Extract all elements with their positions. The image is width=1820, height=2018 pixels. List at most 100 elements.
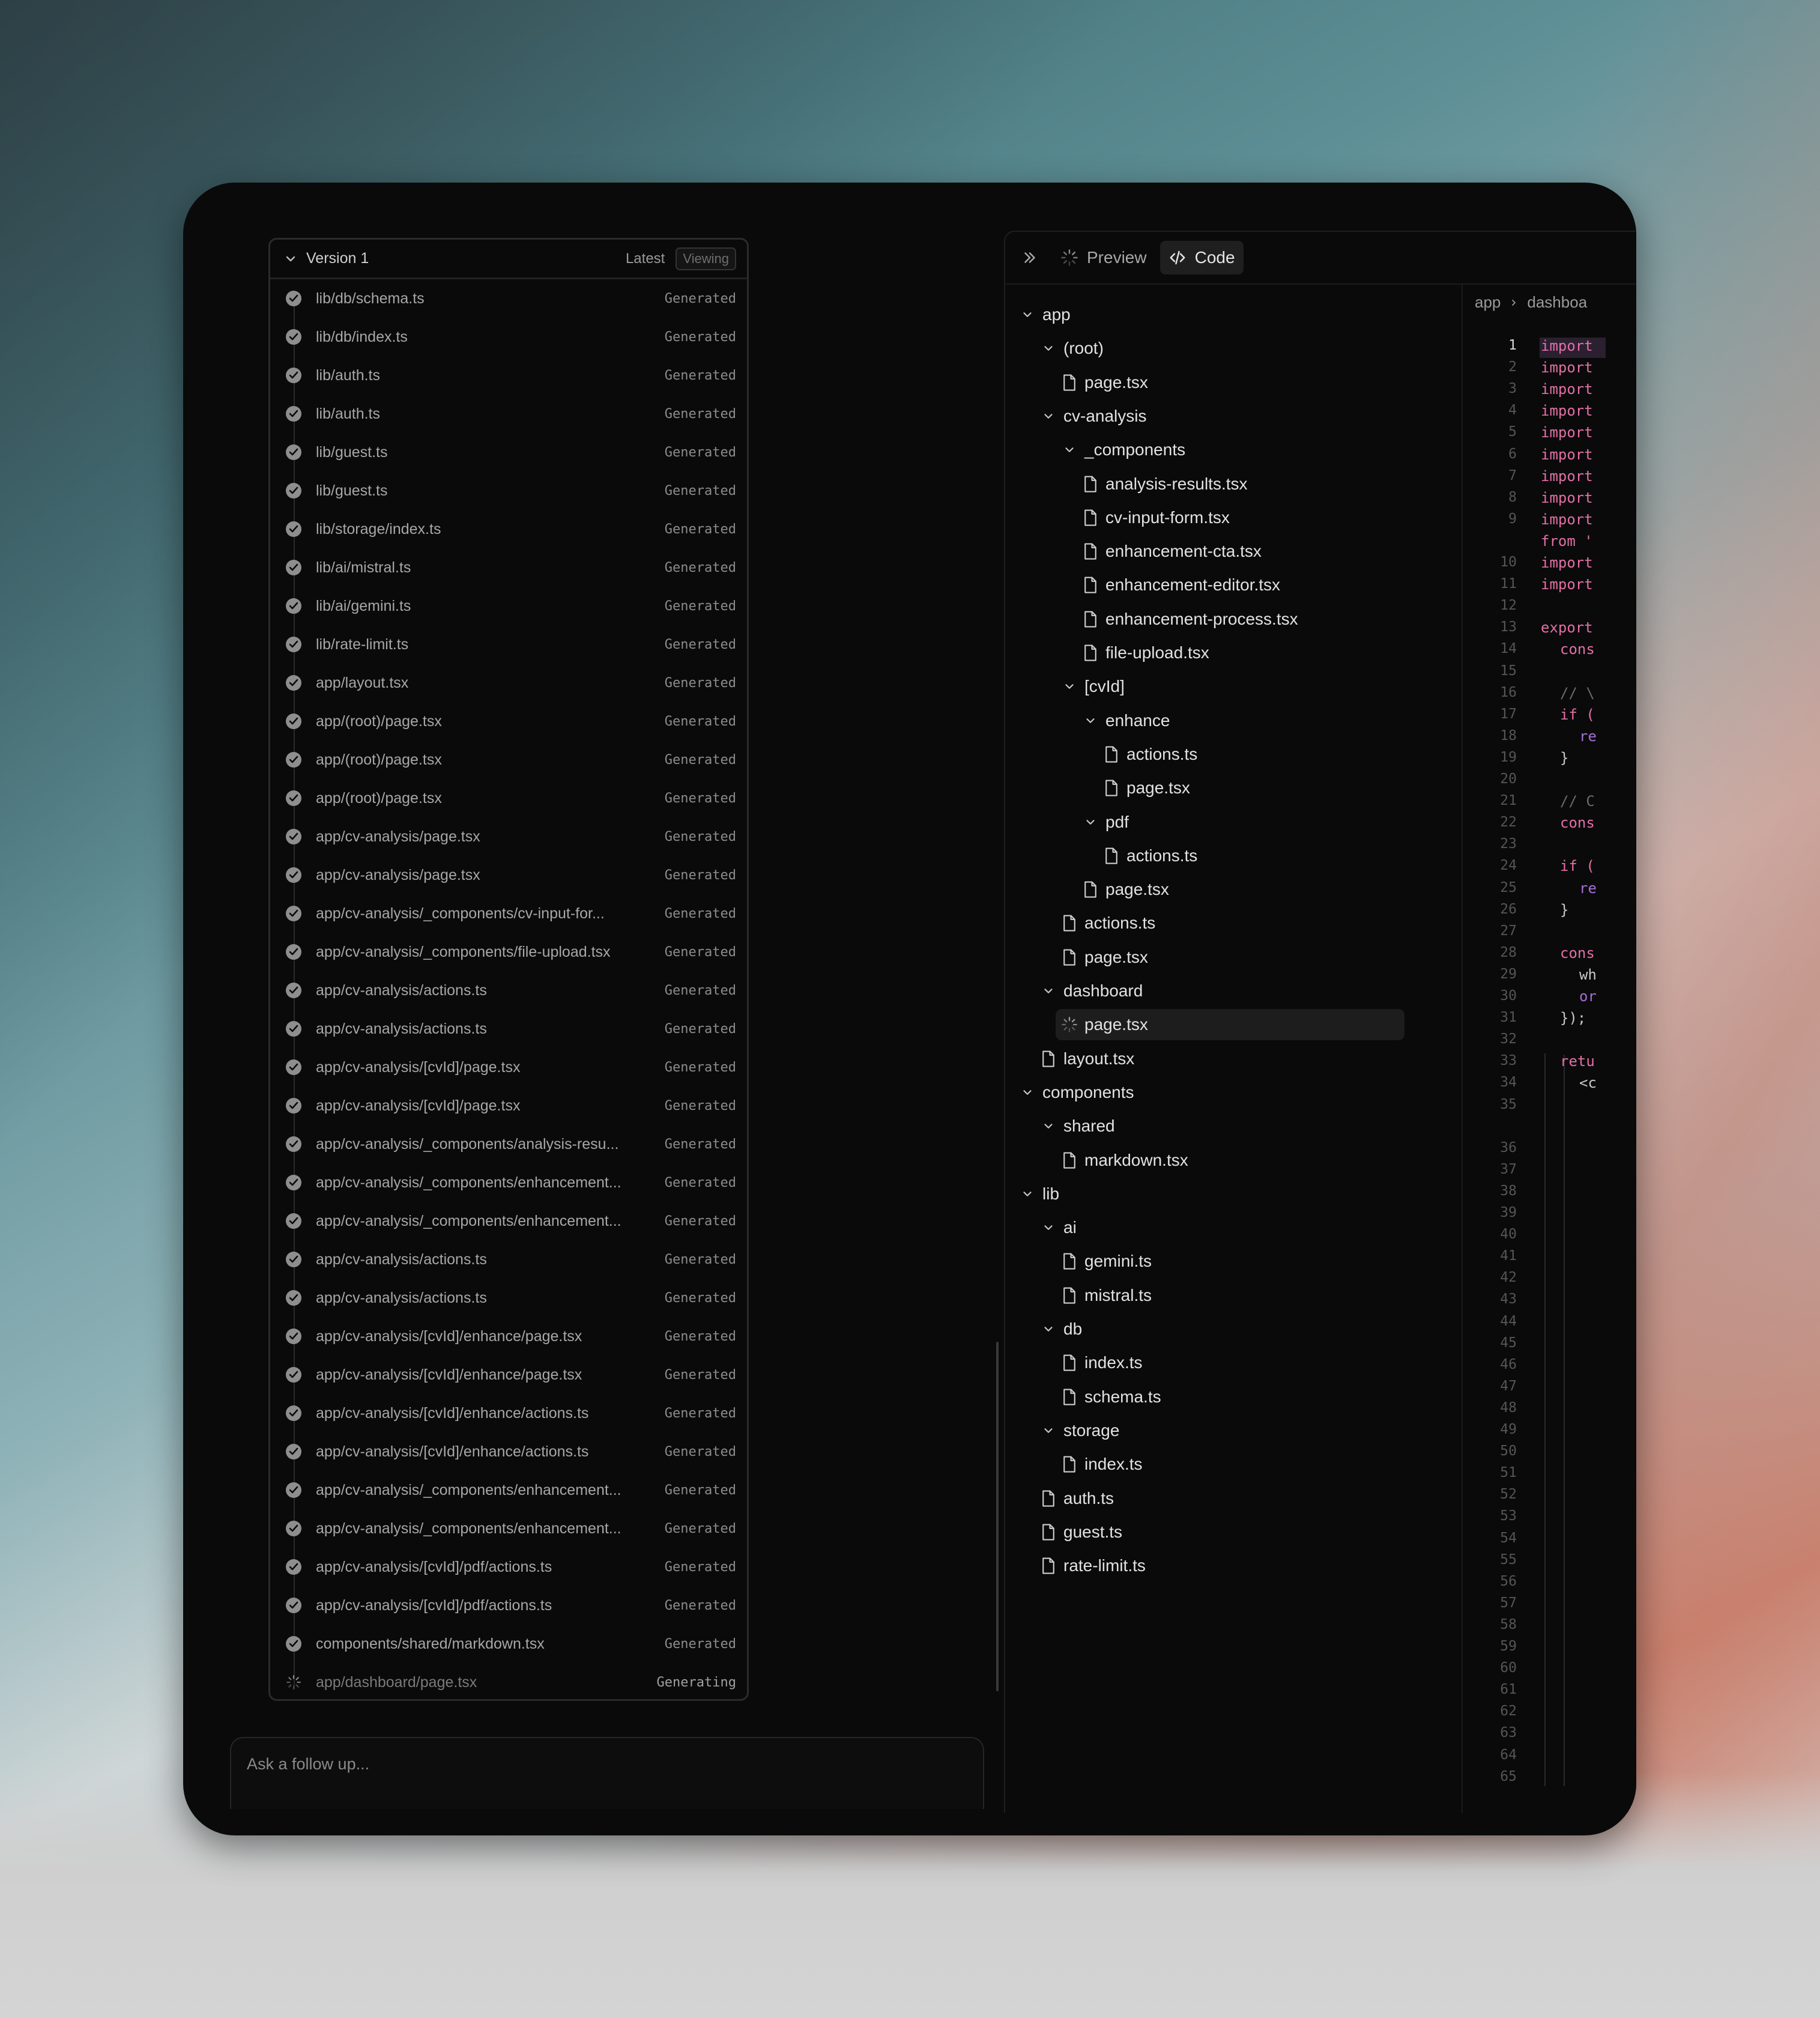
tree-folder[interactable]: (root)	[1039, 333, 1104, 364]
tree-file[interactable]: actions.ts	[1102, 739, 1197, 770]
line-number: 8	[1508, 489, 1517, 505]
tree-file[interactable]: actions.ts	[1102, 840, 1197, 871]
tree-file[interactable]: file-upload.tsx	[1081, 637, 1209, 668]
status-badge: Generated	[664, 444, 736, 460]
version-file-row[interactable]: app/cv-analysis/[cvId]/enhance/actions.t…	[270, 1432, 747, 1471]
version-file-row[interactable]: components/shared/markdown.tsx Generated	[270, 1625, 747, 1663]
version-file-row[interactable]: app/cv-analysis/_components/enhancement.…	[270, 1163, 747, 1202]
version-file-row[interactable]: lib/ai/mistral.ts Generated	[270, 548, 747, 587]
version-file-row[interactable]: app/(root)/page.tsx Generated	[270, 702, 747, 741]
tree-file[interactable]: auth.ts	[1039, 1483, 1114, 1514]
version-file-row[interactable]: app/layout.tsx Generated	[270, 664, 747, 702]
version-file-row[interactable]: lib/auth.ts Generated	[270, 395, 747, 433]
scrollbar[interactable]	[996, 1342, 999, 1691]
code-line: import	[1541, 359, 1593, 377]
version-file-row[interactable]: lib/db/index.ts Generated	[270, 318, 747, 356]
version-file-row[interactable]: app/cv-analysis/page.tsx Generated	[270, 817, 747, 856]
tree-file[interactable]: actions.ts	[1060, 907, 1155, 939]
tree-file[interactable]: page.tsx	[1060, 367, 1148, 398]
tree-file[interactable]: enhancement-process.tsx	[1081, 604, 1298, 635]
version-file-row[interactable]: lib/rate-limit.ts Generated	[270, 625, 747, 664]
version-file-row[interactable]: lib/ai/gemini.ts Generated	[270, 587, 747, 625]
tree-folder[interactable]: dashboard	[1039, 975, 1143, 1007]
tree-folder[interactable]: enhance	[1081, 705, 1170, 736]
tree-file[interactable]: rate-limit.ts	[1039, 1550, 1146, 1581]
tree-folder[interactable]: [cvId]	[1060, 671, 1125, 702]
tree-folder[interactable]: _components	[1060, 434, 1185, 465]
tree-folder[interactable]: ai	[1039, 1212, 1077, 1243]
version-file-row[interactable]: lib/db/schema.ts Generated	[270, 279, 747, 318]
version-file-row[interactable]: lib/storage/index.ts Generated	[270, 510, 747, 548]
tree-file[interactable]: analysis-results.tsx	[1081, 468, 1248, 500]
tree-file[interactable]: guest.ts	[1039, 1517, 1122, 1548]
viewing-badge[interactable]: Viewing	[676, 247, 736, 270]
version-file-row[interactable]: app/cv-analysis/[cvId]/enhance/page.tsx G…	[270, 1317, 747, 1356]
tree-file[interactable]: index.ts	[1060, 1449, 1143, 1480]
version-file-row[interactable]: app/cv-analysis/actions.ts Generated	[270, 971, 747, 1010]
check-circle-icon	[286, 1098, 301, 1114]
version-file-row[interactable]: app/cv-analysis/[cvId]/enhance/actions.t…	[270, 1394, 747, 1432]
version-file-row[interactable]: app/cv-analysis/_components/enhancement.…	[270, 1471, 747, 1509]
tree-folder[interactable]: pdf	[1081, 807, 1129, 838]
breadcrumb-app[interactable]: app	[1475, 293, 1501, 312]
status-badge: Generated	[664, 1636, 736, 1652]
tree-file[interactable]: enhancement-cta.tsx	[1081, 536, 1262, 567]
version-file-row[interactable]: lib/auth.ts Generated	[270, 356, 747, 395]
expand-icon[interactable]	[1021, 249, 1039, 267]
file-path: app/cv-analysis/[cvId]/pdf/actions.ts	[316, 1558, 552, 1575]
version-file-row[interactable]: app/dashboard/page.tsx Generating	[270, 1663, 747, 1699]
version-file-row[interactable]: app/cv-analysis/_components/analysis-res…	[270, 1125, 747, 1163]
version-file-row[interactable]: app/cv-analysis/[cvId]/page.tsx Generated	[270, 1086, 747, 1125]
tree-file[interactable]: page.tsx	[1081, 874, 1169, 905]
tree-file[interactable]: schema.ts	[1060, 1381, 1161, 1413]
tree-folder[interactable]: cv-analysis	[1039, 401, 1146, 432]
tree-file[interactable]: gemini.ts	[1060, 1246, 1152, 1277]
tab-code[interactable]: Code	[1159, 241, 1244, 274]
version-file-row[interactable]: app/cv-analysis/_components/cv-input-for…	[270, 894, 747, 933]
tab-preview[interactable]: Preview	[1052, 241, 1155, 274]
line-number: 18	[1500, 727, 1517, 744]
version-file-row[interactable]: lib/guest.ts Generated	[270, 471, 747, 510]
version-file-row[interactable]: app/cv-analysis/actions.ts Generated	[270, 1240, 747, 1279]
version-file-row[interactable]: app/cv-analysis/[cvId]/pdf/actions.ts Gen…	[270, 1548, 747, 1586]
version-file-row[interactable]: app/cv-analysis/_components/file-upload.…	[270, 933, 747, 971]
version-file-row[interactable]: app/cv-analysis/[cvId]/page.tsx Generated	[270, 1048, 747, 1086]
code-line: import	[1541, 446, 1593, 463]
version-file-row[interactable]: app/(root)/page.tsx Generated	[270, 741, 747, 779]
version-file-row[interactable]: lib/guest.ts Generated	[270, 433, 747, 471]
code-line: }	[1560, 749, 1569, 766]
version-file-row[interactable]: app/cv-analysis/[cvId]/enhance/page.tsx G…	[270, 1356, 747, 1394]
tree-folder[interactable]: lib	[1018, 1178, 1059, 1210]
version-header[interactable]: Version 1 Latest Viewing	[270, 240, 747, 279]
tree-folder[interactable]: components	[1018, 1077, 1134, 1108]
breadcrumb-dashboard[interactable]: dashboa	[1527, 293, 1587, 312]
version-file-row[interactable]: app/cv-analysis/actions.ts Generated	[270, 1010, 747, 1048]
tree-folder[interactable]: shared	[1039, 1111, 1115, 1142]
version-file-row[interactable]: app/(root)/page.tsx Generated	[270, 779, 747, 817]
tree-folder[interactable]: db	[1039, 1314, 1082, 1345]
line-number: 13	[1500, 619, 1517, 635]
panel-tabs: Preview Code	[1005, 232, 1636, 285]
tree-file[interactable]: page.tsx	[1060, 942, 1148, 973]
follow-up-input[interactable]: Ask a follow up...	[230, 1737, 984, 1809]
tree-file[interactable]: layout.tsx	[1039, 1043, 1134, 1074]
tree-file[interactable]: page.tsx	[1102, 772, 1190, 804]
version-file-row[interactable]: app/cv-analysis/page.tsx Generated	[270, 856, 747, 894]
version-file-row[interactable]: app/cv-analysis/[cvId]/pdf/actions.ts Gen…	[270, 1586, 747, 1625]
tree-folder[interactable]: app	[1018, 299, 1071, 330]
version-file-row[interactable]: app/cv-analysis/actions.ts Generated	[270, 1279, 747, 1317]
tree-item-label: rate-limit.ts	[1063, 1556, 1146, 1575]
line-number: 53	[1500, 1508, 1517, 1524]
tree-file[interactable]: markdown.tsx	[1060, 1145, 1188, 1176]
tree-file[interactable]: mistral.ts	[1060, 1280, 1152, 1311]
check-circle-icon	[286, 1059, 301, 1075]
tree-file[interactable]: enhancement-editor.tsx	[1081, 569, 1280, 601]
tree-folder[interactable]: storage	[1039, 1415, 1119, 1446]
tree-file[interactable]: cv-input-form.tsx	[1081, 502, 1230, 533]
line-number: 40	[1500, 1226, 1517, 1243]
version-file-row[interactable]: app/cv-analysis/_components/enhancement.…	[270, 1509, 747, 1548]
status-badge: Generated	[664, 1175, 736, 1190]
tree-file[interactable]: index.ts	[1060, 1347, 1143, 1378]
version-file-row[interactable]: app/cv-analysis/_components/enhancement.…	[270, 1202, 747, 1240]
tree-file[interactable]: page.tsx	[1056, 1009, 1404, 1041]
